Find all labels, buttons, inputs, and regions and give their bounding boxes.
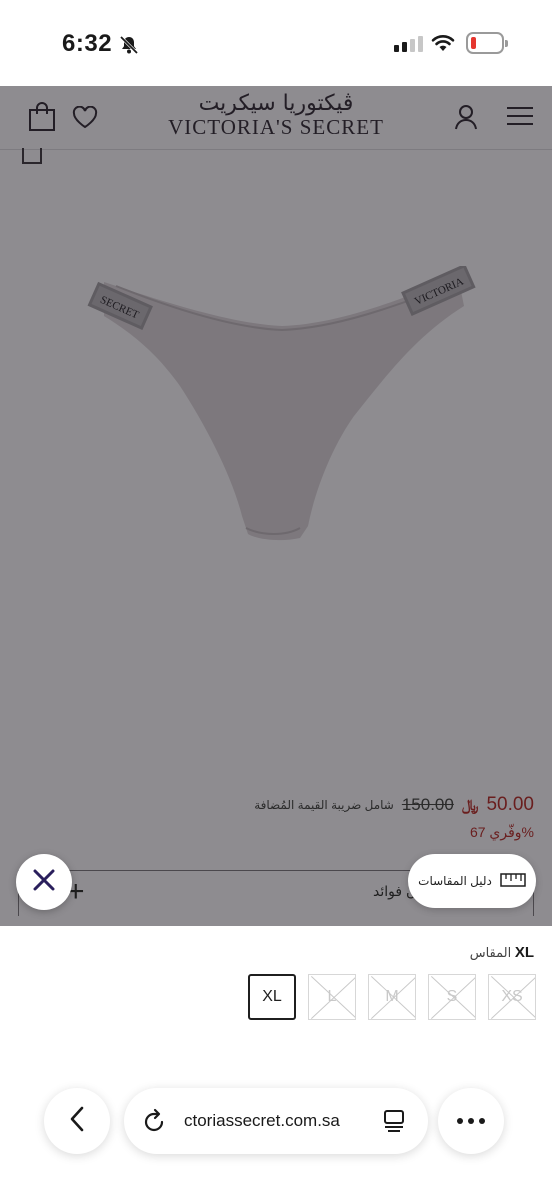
size-option-m[interactable]: M: [368, 974, 416, 1020]
reload-icon[interactable]: [142, 1108, 166, 1139]
close-button[interactable]: [16, 854, 72, 910]
size-option-xl[interactable]: XL: [248, 974, 296, 1020]
original-price: 150.00: [401, 795, 454, 814]
price-row: شامل ضريبة القيمة المُضافة 150.00 ﷼ 50.0…: [254, 794, 534, 816]
size-guide-label: دليل المقاسات: [418, 874, 492, 888]
tax-note: شامل ضريبة القيمة المُضافة: [254, 798, 394, 812]
ruler-icon: [500, 872, 526, 890]
size-option-xs[interactable]: XS: [488, 974, 536, 1020]
size-label-text: المقاس: [469, 945, 512, 960]
reader-icon[interactable]: [382, 1109, 406, 1138]
back-button[interactable]: [44, 1088, 110, 1154]
product-page-overlay: ڤيكتوريا سيكريت VICTORIA'S SECRET SECRET: [0, 86, 552, 926]
wifi-icon: [430, 33, 456, 58]
selected-size: XL: [514, 944, 534, 961]
close-icon: [32, 868, 56, 897]
page: 6:32 ڤيكتوريا سيكريت VICTORIA'S SECRET S…: [0, 0, 552, 1200]
site-header: ڤيكتوريا سيكريت VICTORIA'S SECRET: [0, 86, 552, 150]
more-button[interactable]: [438, 1088, 504, 1154]
size-option-l[interactable]: L: [308, 974, 356, 1020]
currency-symbol: ﷼: [461, 796, 479, 814]
savings-label: وفّري 67%: [469, 824, 534, 840]
more-icon: [456, 1112, 486, 1130]
size-guide-button[interactable]: دليل المقاسات: [408, 854, 536, 908]
address-bar[interactable]: ctoriassecret.com.sa: [124, 1088, 428, 1154]
status-time: 6:32: [62, 30, 113, 57]
size-selector-sheet: المقاس XL XL L M S XS: [0, 926, 552, 1200]
bell-slash-icon: [118, 34, 140, 61]
size-heading: المقاس XL: [470, 944, 534, 961]
back-icon: [68, 1106, 86, 1137]
size-options: XL L M S XS: [248, 974, 536, 1020]
zoom-icon[interactable]: [22, 148, 42, 164]
signal-icon: [394, 36, 423, 52]
status-bar: 6:32: [0, 0, 552, 86]
sale-price: 50.00: [486, 794, 534, 815]
size-option-s[interactable]: S: [428, 974, 476, 1020]
product-image[interactable]: SECRET VICTORIA: [86, 263, 478, 571]
battery-icon: [466, 32, 508, 54]
user-icon[interactable]: [454, 104, 478, 135]
url-text: ctoriassecret.com.sa: [184, 1111, 340, 1130]
size-option-label: XL: [262, 988, 282, 1005]
menu-icon[interactable]: [506, 106, 534, 131]
